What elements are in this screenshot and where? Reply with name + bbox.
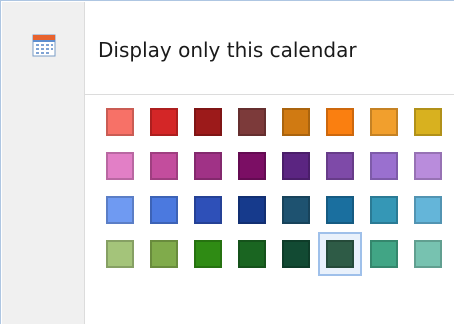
color-swatch-4-2[interactable] (142, 232, 186, 276)
color-swatch-fill (414, 108, 442, 136)
color-swatch-fill (414, 240, 442, 268)
color-swatch-3-5[interactable] (274, 188, 318, 232)
color-swatch-fill (150, 240, 178, 268)
color-swatch-3-7[interactable] (362, 188, 406, 232)
color-swatch-fill (194, 108, 222, 136)
color-swatch-3-3[interactable] (186, 188, 230, 232)
color-swatch-fill (282, 152, 310, 180)
color-swatch-fill (414, 152, 442, 180)
color-swatch-fill (150, 196, 178, 224)
color-swatch-fill (370, 108, 398, 136)
color-swatch-fill (370, 152, 398, 180)
color-swatch-1-3[interactable] (186, 100, 230, 144)
color-swatch-fill (282, 196, 310, 224)
color-swatch-fill (326, 240, 354, 268)
display-only-this-calendar-item[interactable]: Display only this calendar (2, 2, 454, 92)
display-only-this-calendar-label: Display only this calendar (98, 38, 357, 62)
color-swatch-fill (370, 240, 398, 268)
color-swatch-fill (238, 240, 266, 268)
color-swatch-4-6[interactable] (318, 232, 362, 276)
color-swatch-4-3[interactable] (186, 232, 230, 276)
color-swatch-4-1[interactable] (98, 232, 142, 276)
color-swatch-fill (106, 152, 134, 180)
color-swatch-4-5[interactable] (274, 232, 318, 276)
color-swatch-fill (370, 196, 398, 224)
color-swatch-fill (238, 152, 266, 180)
color-swatch-fill (414, 196, 442, 224)
color-swatch-2-5[interactable] (274, 144, 318, 188)
calendar-context-menu: Display only this calendar (0, 0, 454, 324)
color-swatch-fill (150, 152, 178, 180)
color-swatch-fill (326, 108, 354, 136)
color-swatch-fill (106, 240, 134, 268)
color-swatch-1-2[interactable] (142, 100, 186, 144)
color-swatch-fill (282, 240, 310, 268)
color-swatch-2-3[interactable] (186, 144, 230, 188)
color-swatch-fill (326, 196, 354, 224)
color-swatch-fill (150, 108, 178, 136)
color-swatch-4-8[interactable] (406, 232, 450, 276)
color-swatch-4-4[interactable] (230, 232, 274, 276)
color-swatch-2-1[interactable] (98, 144, 142, 188)
color-swatch-fill (238, 196, 266, 224)
color-swatch-1-8[interactable] (406, 100, 450, 144)
color-swatch-2-4[interactable] (230, 144, 274, 188)
color-swatch-fill (106, 196, 134, 224)
color-swatch-fill (194, 240, 222, 268)
color-palette (98, 100, 450, 280)
color-swatch-3-6[interactable] (318, 188, 362, 232)
color-swatch-3-1[interactable] (98, 188, 142, 232)
color-swatch-fill (238, 108, 266, 136)
color-swatch-1-4[interactable] (230, 100, 274, 144)
menu-separator (85, 94, 454, 95)
color-swatch-3-8[interactable] (406, 188, 450, 232)
color-swatch-1-6[interactable] (318, 100, 362, 144)
color-swatch-3-4[interactable] (230, 188, 274, 232)
color-swatch-4-7[interactable] (362, 232, 406, 276)
color-swatch-fill (194, 196, 222, 224)
color-swatch-1-1[interactable] (98, 100, 142, 144)
color-swatch-1-5[interactable] (274, 100, 318, 144)
calendar-icon (32, 33, 56, 57)
color-swatch-3-2[interactable] (142, 188, 186, 232)
color-swatch-fill (106, 108, 134, 136)
color-swatch-2-8[interactable] (406, 144, 450, 188)
color-swatch-fill (326, 152, 354, 180)
color-swatch-2-2[interactable] (142, 144, 186, 188)
color-swatch-1-7[interactable] (362, 100, 406, 144)
color-swatch-2-7[interactable] (362, 144, 406, 188)
color-swatch-2-6[interactable] (318, 144, 362, 188)
color-swatch-fill (194, 152, 222, 180)
color-swatch-fill (282, 108, 310, 136)
